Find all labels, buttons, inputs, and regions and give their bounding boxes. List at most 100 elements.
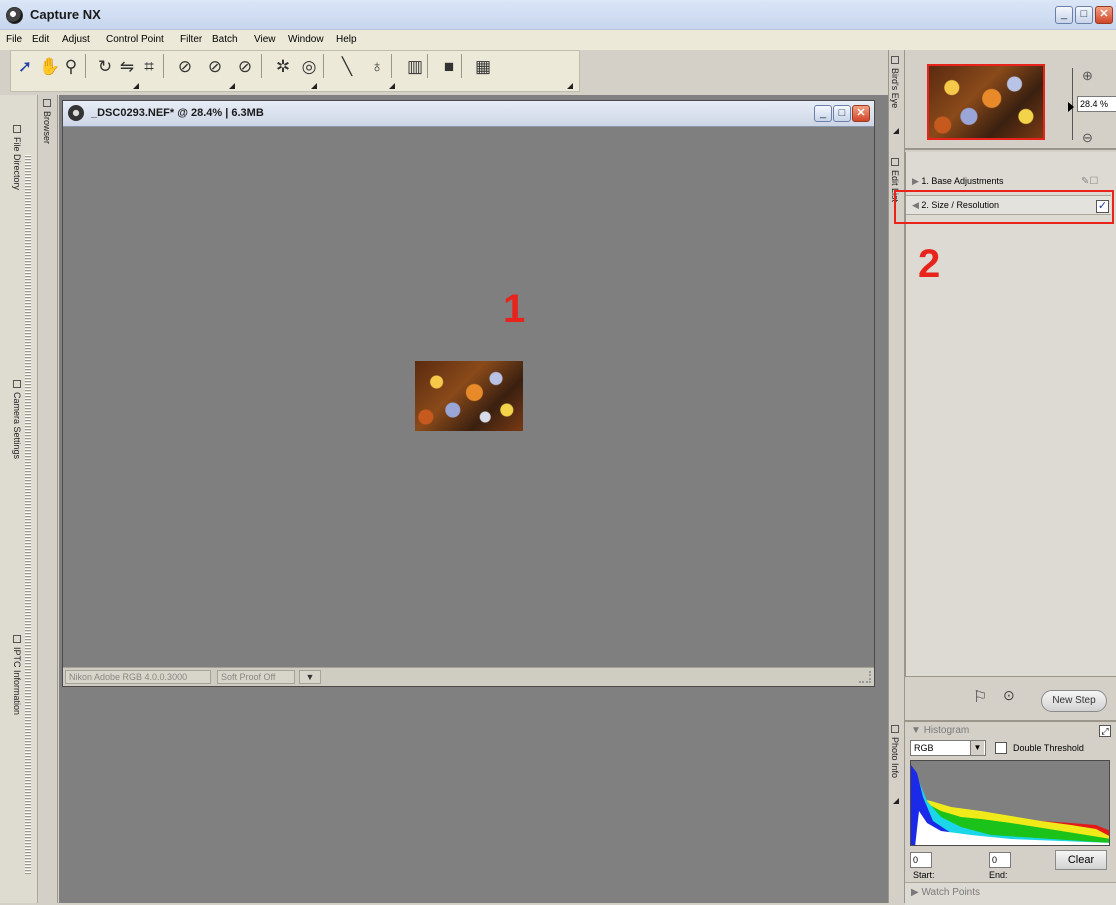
tool-options-corner-icon[interactable] [133, 83, 139, 89]
zoom-in-icon[interactable]: ⊕ [1082, 68, 1093, 84]
black-point-icon[interactable]: ⊘ [175, 56, 195, 78]
zoom-icon[interactable]: ⚲ [61, 56, 81, 78]
selection-control-icon[interactable]: ⊙ [1003, 687, 1015, 704]
tab-iptc-information[interactable]: IPTC Information [12, 635, 22, 715]
document-maximize-button[interactable]: □ [833, 105, 851, 122]
double-threshold-checkbox[interactable] [995, 742, 1007, 754]
step-label: 1. Base Adjustments [921, 176, 1004, 186]
tool-options-corner-icon[interactable] [567, 83, 573, 89]
tab-browser[interactable]: Browser [42, 99, 52, 144]
histogram-title[interactable]: ▼ Histogram [911, 725, 969, 736]
toolbar-separator [427, 54, 433, 78]
new-step-button[interactable]: New Step [1041, 690, 1107, 712]
toolbar-separator [323, 54, 329, 78]
double-threshold-label: Double Threshold [1013, 743, 1084, 753]
histogram-graph[interactable] [910, 760, 1110, 846]
arrow-select-icon[interactable]: ➚ [15, 56, 35, 78]
menu-batch[interactable]: Batch [212, 34, 238, 45]
channel-dropdown-icon[interactable]: ▼ [970, 741, 984, 755]
tool-options-corner-icon[interactable] [311, 83, 317, 89]
toolbar-separator [261, 54, 267, 78]
annotation-marker-1: 1 [503, 287, 526, 331]
tab-file-directory[interactable]: File Directory [12, 125, 22, 190]
soft-proof-dropdown-icon[interactable]: ▼ [299, 670, 321, 684]
zoom-out-icon[interactable]: ⊖ [1082, 130, 1093, 146]
start-field[interactable]: 0 [910, 852, 932, 868]
document-title-bar[interactable]: _DSC0293.NEF* @ 28.4% | 6.3MB _ □ ✕ [63, 101, 874, 127]
hand-icon[interactable]: ✋ [39, 56, 60, 78]
birds-eye-thumbnail[interactable] [927, 64, 1045, 140]
document-close-button[interactable]: ✕ [852, 105, 870, 122]
histogram-options-icon[interactable]: ⤢ [1099, 725, 1111, 737]
tool-options-corner-icon[interactable] [229, 83, 235, 89]
expand-arrow-icon[interactable]: ▶ [912, 176, 921, 186]
menu-filter[interactable]: Filter [180, 34, 202, 45]
resize-grip-icon[interactable] [859, 671, 871, 683]
menu-adjust[interactable]: Adjust [62, 34, 90, 45]
clear-button[interactable]: Clear [1055, 850, 1107, 870]
menu-bar: File Edit Adjust Control Point Filter Ba… [0, 30, 1116, 50]
rotate-icon[interactable]: ↻ [95, 56, 115, 78]
neutral-point-icon[interactable]: ⊘ [205, 56, 225, 78]
menu-window[interactable]: Window [288, 34, 324, 45]
menu-control-point[interactable]: Control Point [106, 34, 164, 45]
gradient-icon[interactable]: ▥ [405, 56, 425, 78]
start-label: Start: [913, 870, 935, 880]
left-panel-strip: File Directory Camera Settings IPTC Info… [0, 95, 38, 903]
maximize-button[interactable]: □ [1075, 6, 1093, 24]
menu-view[interactable]: View [254, 34, 276, 45]
step-base-adjustments[interactable]: ▶ 1. Base Adjustments ✎☐ [906, 172, 1111, 192]
document-minimize-button[interactable]: _ [814, 105, 832, 122]
menu-help[interactable]: Help [336, 34, 357, 45]
birds-eye-corner-icon[interactable] [893, 128, 899, 134]
document-title: _DSC0293.NEF* @ 28.4% | 6.3MB [91, 107, 264, 119]
white-point-icon[interactable]: ⊘ [235, 56, 255, 78]
title-bar: Capture NX _ □ ✕ [0, 0, 1116, 30]
straighten-icon[interactable]: ⇋ [117, 56, 137, 78]
step-options-icon[interactable]: ✎☐ [1081, 176, 1098, 187]
soft-proof-field[interactable]: Soft Proof Off [217, 670, 295, 684]
menu-edit[interactable]: Edit [32, 34, 49, 45]
end-label: End: [989, 870, 1008, 880]
photo-info-corner-icon[interactable] [893, 798, 899, 804]
crop-icon[interactable]: ⌗ [139, 56, 159, 78]
document-window: _DSC0293.NEF* @ 28.4% | 6.3MB _ □ ✕ 1 Ni… [62, 100, 875, 687]
right-panel: ⊕ 28.4 % ⊖ ▶ 1. Base Adjustments ✎☐ ◀ 2.… [894, 50, 1116, 905]
zoom-slider-pointer-icon[interactable] [1068, 102, 1074, 112]
fill-remove-icon[interactable]: ▦ [473, 56, 493, 78]
brush-icon[interactable]: ♁ [367, 56, 387, 78]
tab-photo-info[interactable]: Photo Info [890, 725, 900, 778]
panel-grip[interactable] [25, 155, 31, 875]
birds-eye-panel: ⊕ 28.4 % ⊖ [905, 50, 1116, 150]
edit-list-toolbar: ⚐ ⊙ New Step [905, 676, 1116, 718]
toolbar-separator [391, 54, 397, 78]
tool-options-corner-icon[interactable] [389, 83, 395, 89]
tab-camera-settings[interactable]: Camera Settings [12, 380, 22, 459]
collapse-triangle-icon[interactable]: ▼ [911, 725, 924, 736]
edit-list-panel: ▶ 1. Base Adjustments ✎☐ ◀ 2. Size / Res… [894, 152, 1116, 676]
document-status-bar: Nikon Adobe RGB 4.0.0.3000 Soft Proof Of… [63, 667, 874, 686]
minimize-button[interactable]: _ [1055, 6, 1073, 24]
tab-birds-eye[interactable]: Bird's Eye [890, 56, 900, 108]
watch-points-section[interactable]: ▶ Watch Points [905, 882, 1116, 905]
end-field[interactable]: 0 [989, 852, 1011, 868]
lasso-icon[interactable]: ◎ [299, 56, 319, 78]
annotation-highlight-box [894, 190, 1114, 224]
control-point-icon[interactable]: ⚐ [973, 687, 987, 707]
app-logo-icon [6, 7, 23, 24]
red-eye-icon[interactable]: ✲ [273, 56, 293, 78]
zoom-level-field[interactable]: 28.4 % [1077, 96, 1116, 112]
toolbar-separator [85, 54, 91, 78]
line-icon[interactable]: ╲ [337, 56, 357, 78]
image-canvas[interactable]: 1 [63, 127, 874, 667]
fill-icon[interactable]: ■ [439, 56, 459, 78]
close-button[interactable]: ✕ [1095, 6, 1113, 24]
color-profile-field: Nikon Adobe RGB 4.0.0.3000 [65, 670, 211, 684]
histogram-panel: ▼ Histogram ⤢ RGB ▼ Double Threshold 0 0… [905, 720, 1116, 905]
menu-file[interactable]: File [6, 34, 22, 45]
toolbar-separator [163, 54, 169, 78]
annotation-marker-2: 2 [918, 242, 941, 286]
photo-image[interactable] [415, 361, 523, 431]
document-icon [68, 105, 84, 121]
expand-triangle-icon[interactable]: ▶ [911, 887, 921, 898]
